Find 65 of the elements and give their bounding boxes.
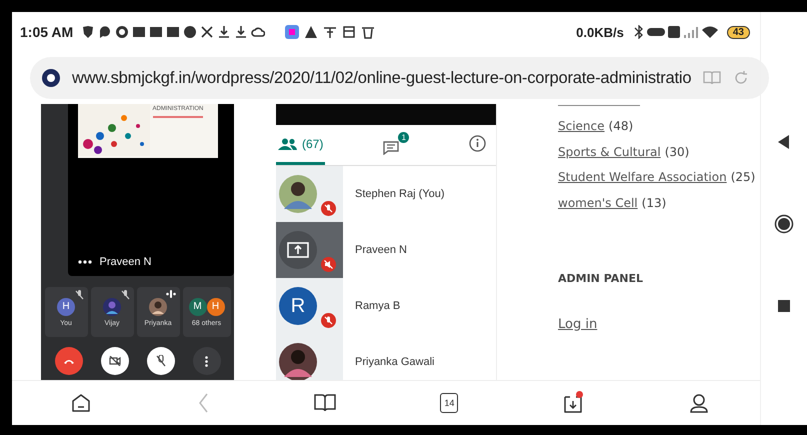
downloads-button[interactable]: [563, 392, 584, 414]
mic-off-button[interactable]: [146, 347, 174, 375]
site-icon: [42, 69, 60, 87]
sim-icon: [668, 25, 681, 39]
category-count: (30): [664, 144, 690, 158]
section-heading: ADMIN PANEL: [558, 272, 644, 285]
status-time: 1:05 AM: [20, 24, 74, 40]
info-icon: [469, 135, 486, 152]
category-link[interactable]: Sports & Cultural: [558, 144, 661, 158]
chat-bubble-icon: [98, 25, 112, 39]
mic-off-icon: [321, 201, 336, 216]
home-icon[interactable]: [70, 392, 92, 414]
camera-off-button[interactable]: [100, 347, 128, 375]
close-icon: [200, 25, 214, 39]
toggle-icon: [646, 25, 665, 39]
category-link[interactable]: Science: [558, 119, 605, 133]
signal-icon: [684, 25, 699, 39]
avatar: H: [206, 298, 224, 316]
people-icon: [278, 138, 298, 150]
chat-icon: [383, 139, 402, 155]
speaker-off-icon: [321, 257, 336, 272]
network-speed: 0.0KB/s: [576, 24, 624, 40]
participant-name: Praveen N: [355, 244, 407, 256]
avatar: R: [279, 287, 317, 325]
mic-off-icon: [321, 313, 336, 328]
slide-subtitle-line: [152, 116, 202, 118]
battery-level: 43: [726, 26, 750, 38]
camera-off-icon: [108, 356, 120, 366]
shield-icon: [81, 25, 96, 39]
participant-name: Stephen Raj (You): [355, 188, 444, 200]
participant-name: Ramya B: [355, 300, 400, 312]
recents-icon[interactable]: [778, 300, 790, 312]
more-icon: [205, 356, 208, 366]
more-icon[interactable]: [78, 260, 92, 264]
category-link[interactable]: women's Cell: [558, 196, 638, 210]
trash-icon: [361, 25, 376, 39]
bookmarks-icon[interactable]: [314, 393, 336, 413]
panel-tab[interactable]: 1: [381, 125, 412, 165]
wifi-icon: [702, 25, 719, 39]
profile-icon[interactable]: [688, 392, 710, 414]
warning-icon: [304, 25, 318, 39]
more-options-button[interactable]: [192, 347, 220, 375]
end-call-button[interactable]: [54, 347, 82, 375]
back-icon[interactable]: [778, 134, 790, 149]
phone-icon: [62, 358, 74, 364]
window-icon: [342, 25, 356, 39]
presenter-name: Praveen N: [100, 256, 152, 268]
cloud-icon: [251, 25, 266, 39]
login-link[interactable]: Log in: [558, 317, 754, 332]
bluetooth-icon: [634, 25, 644, 39]
tabs-button[interactable]: 14: [440, 393, 458, 413]
category-count: (13): [642, 196, 666, 210]
category-count: (25): [730, 170, 756, 184]
category-link[interactable]: Student Welfare Association: [558, 170, 727, 184]
avatar: M: [188, 298, 206, 316]
download-icon: [234, 25, 248, 39]
home-button-icon[interactable]: [774, 214, 794, 234]
avatar: H: [57, 298, 75, 316]
download-icon: [217, 25, 232, 39]
participant-name: Priyanka Gawali: [355, 356, 434, 368]
unread-badge: 1: [398, 132, 410, 143]
app-icon: [285, 25, 300, 39]
mic-off-icon: [156, 355, 166, 367]
screen-share-icon: [279, 231, 317, 269]
category-count: (48): [608, 119, 634, 133]
